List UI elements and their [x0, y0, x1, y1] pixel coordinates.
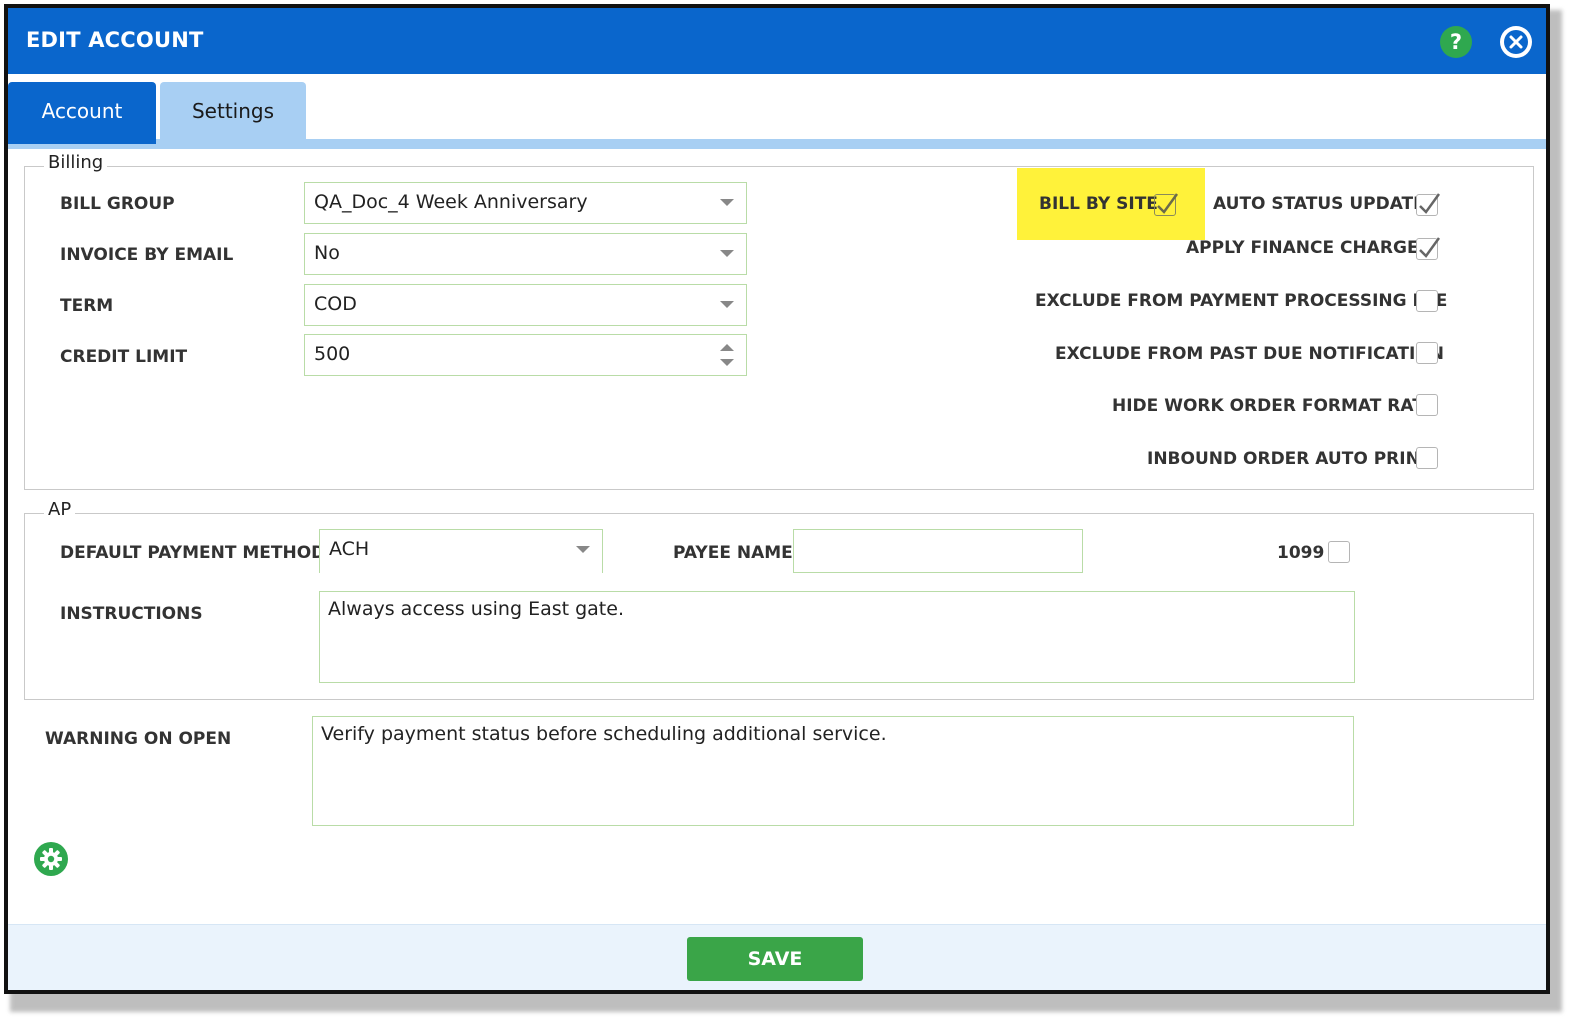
credit-limit-value: 500: [314, 343, 351, 365]
tab-account[interactable]: Account: [8, 82, 156, 144]
term-label: TERM: [60, 296, 114, 316]
chevron-down-icon: [720, 301, 734, 308]
exclude-payment-processing-fee-label: EXCLUDE FROM PAYMENT PROCESSING FEE: [1035, 291, 1448, 311]
inbound-order-auto-print-checkbox[interactable]: [1416, 447, 1438, 469]
form-1099-label: 1099: [1277, 543, 1325, 563]
auto-status-update-checkbox[interactable]: [1416, 193, 1441, 216]
default-payment-method-label: DEFAULT PAYMENT METHOD: [60, 543, 326, 563]
settings-gear-button[interactable]: [34, 842, 68, 876]
auto-status-update-label: AUTO STATUS UPDATE: [1213, 194, 1425, 214]
credit-limit-label: CREDIT LIMIT: [60, 347, 188, 367]
chevron-down-icon: [576, 546, 590, 553]
ap-legend: AP: [44, 499, 76, 520]
inbound-order-auto-print-label: INBOUND ORDER AUTO PRINT: [1147, 449, 1432, 469]
payee-name-label: PAYEE NAME: [673, 543, 793, 563]
term-select[interactable]: COD: [304, 284, 747, 326]
checkmark-icon: [1419, 193, 1441, 214]
form-1099-checkbox[interactable]: [1328, 541, 1350, 563]
exclude-payment-processing-fee-checkbox[interactable]: [1416, 290, 1438, 312]
exclude-past-due-notification-checkbox[interactable]: [1416, 342, 1438, 364]
billing-legend: Billing: [44, 152, 108, 173]
hide-work-order-format-rate-checkbox[interactable]: [1416, 394, 1438, 416]
invoice-by-email-value: No: [314, 242, 340, 264]
chevron-down-icon: [720, 250, 734, 257]
close-circle-icon: [1501, 27, 1531, 57]
save-button[interactable]: SAVE: [687, 937, 863, 981]
default-payment-method-select[interactable]: ACH: [319, 529, 603, 573]
bill-by-site-checkbox[interactable]: [1154, 193, 1179, 216]
credit-limit-input[interactable]: 500: [304, 334, 747, 376]
bill-group-label: BILL GROUP: [60, 194, 175, 214]
apply-finance-charges-label: APPLY FINANCE CHARGES: [1186, 238, 1431, 258]
dialog-title: EDIT ACCOUNT: [26, 28, 204, 52]
bill-group-select[interactable]: QA_Doc_4 Week Anniversary: [304, 182, 747, 224]
chevron-down-icon: [720, 199, 734, 206]
exclude-past-due-notification-label: EXCLUDE FROM PAST DUE NOTIFICATION: [1055, 344, 1444, 364]
bill-group-value: QA_Doc_4 Week Anniversary: [314, 191, 588, 213]
close-button[interactable]: [1500, 26, 1532, 58]
tab-settings[interactable]: Settings: [160, 82, 306, 148]
term-value: COD: [314, 293, 357, 315]
edit-account-dialog: EDIT ACCOUNT ? Account Settings Billing …: [4, 4, 1550, 994]
gear-icon: [40, 848, 62, 870]
question-circle-icon: ?: [1449, 30, 1463, 54]
bill-by-site-label: BILL BY SITE: [1039, 194, 1158, 214]
billing-fieldset: [24, 166, 1534, 490]
hide-work-order-format-rate-label: HIDE WORK ORDER FORMAT RATE: [1112, 396, 1436, 416]
instructions-textarea[interactable]: Always access using East gate.: [319, 591, 1355, 683]
default-payment-method-value: ACH: [329, 538, 370, 560]
instructions-label: INSTRUCTIONS: [60, 604, 203, 624]
warning-on-open-textarea[interactable]: Verify payment status before scheduling …: [312, 716, 1354, 826]
payee-name-input[interactable]: [793, 529, 1083, 573]
dialog-titlebar: EDIT ACCOUNT ?: [8, 8, 1546, 74]
decrement-arrow-icon[interactable]: [720, 359, 734, 366]
invoice-by-email-select[interactable]: No: [304, 233, 747, 275]
help-button[interactable]: ?: [1440, 26, 1472, 58]
warning-on-open-label: WARNING ON OPEN: [45, 729, 232, 749]
increment-arrow-icon[interactable]: [720, 344, 734, 351]
apply-finance-charges-checkbox[interactable]: [1416, 237, 1441, 260]
invoice-by-email-label: INVOICE BY EMAIL: [60, 245, 234, 265]
checkmark-icon: [1419, 237, 1441, 258]
checkmark-icon: [1157, 193, 1179, 214]
